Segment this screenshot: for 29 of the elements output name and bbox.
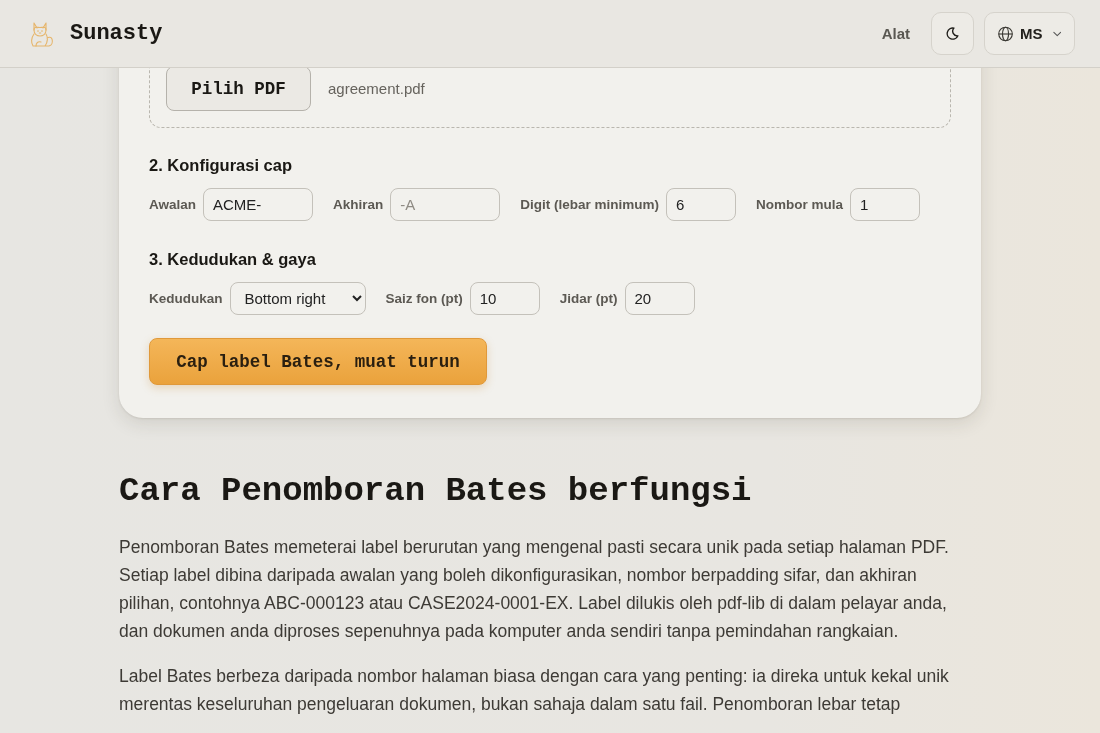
- input-field[interactable]: 1: [850, 188, 921, 221]
- dropdown-select[interactable]: Bottom right: [229, 282, 366, 315]
- article-paragraph: Penomboran Bates memeterai label berurutan yang mengenal pasti secara unik pada setiap halaman PDF. Setiap label dibina daripada awalan yang boleh dikonfigurasikan, nombor berpadding sifar, dan akhiran pilihan, contohnya ABC-000123 atau CASE2024-0001-EX. Label dilukis oleh pdf-lib di dalam pelayar anda, dan dokumen anda diproses sepenuhnya pada komputer anda sendiri tanpa pemindahan rangkaian.: [119, 536, 950, 643]
- input-field[interactable]: 10: [469, 282, 540, 315]
- nav-link[interactable]: Alat: [881, 25, 910, 42]
- field-label: Nombor mula: [756, 197, 844, 212]
- input-field[interactable]: ACME-: [203, 188, 314, 221]
- brand-name[interactable]: Sunasty: [70, 21, 163, 46]
- language-button[interactable]: MS: [984, 12, 1075, 55]
- chevron-down-icon: [1052, 30, 1061, 37]
- stamp-download-button[interactable]: Cap label Bates, muat turun: [149, 338, 487, 385]
- field-label: Saiz fon (pt): [385, 291, 463, 306]
- field-label: Kedudukan: [149, 291, 223, 306]
- article-paragraph: Label Bates berbeza daripada nombor halaman biasa dengan cara yang penting: ia direka untuk kekal unik merentas keseluruhan pengeluaran dokumen, bukan sahaja dalam satu fail. Penomboran lebar tetap: [119, 665, 950, 716]
- input-field[interactable]: 20: [624, 282, 695, 315]
- input-field[interactable]: 6: [666, 188, 737, 221]
- file-name: agreement.pdf: [328, 80, 425, 97]
- section-title: 2. Konfigurasi cap: [149, 155, 294, 176]
- field-label: Digit (lebar minimum): [520, 197, 660, 212]
- choose-file-button[interactable]: Pilih PDF: [166, 66, 311, 111]
- article-heading: Cara Penomboran Bates berfungsi: [119, 471, 753, 511]
- input-field[interactable]: -A: [390, 188, 501, 221]
- moon-icon: [946, 27, 959, 40]
- globe-icon: [998, 25, 1014, 42]
- field-label: Jidar (pt): [559, 291, 618, 306]
- theme-toggle-button[interactable]: [931, 12, 974, 55]
- field-label: Akhiran: [333, 197, 384, 212]
- section-title: 3. Kedudukan & gaya: [149, 249, 317, 270]
- field-label: Awalan: [149, 197, 197, 212]
